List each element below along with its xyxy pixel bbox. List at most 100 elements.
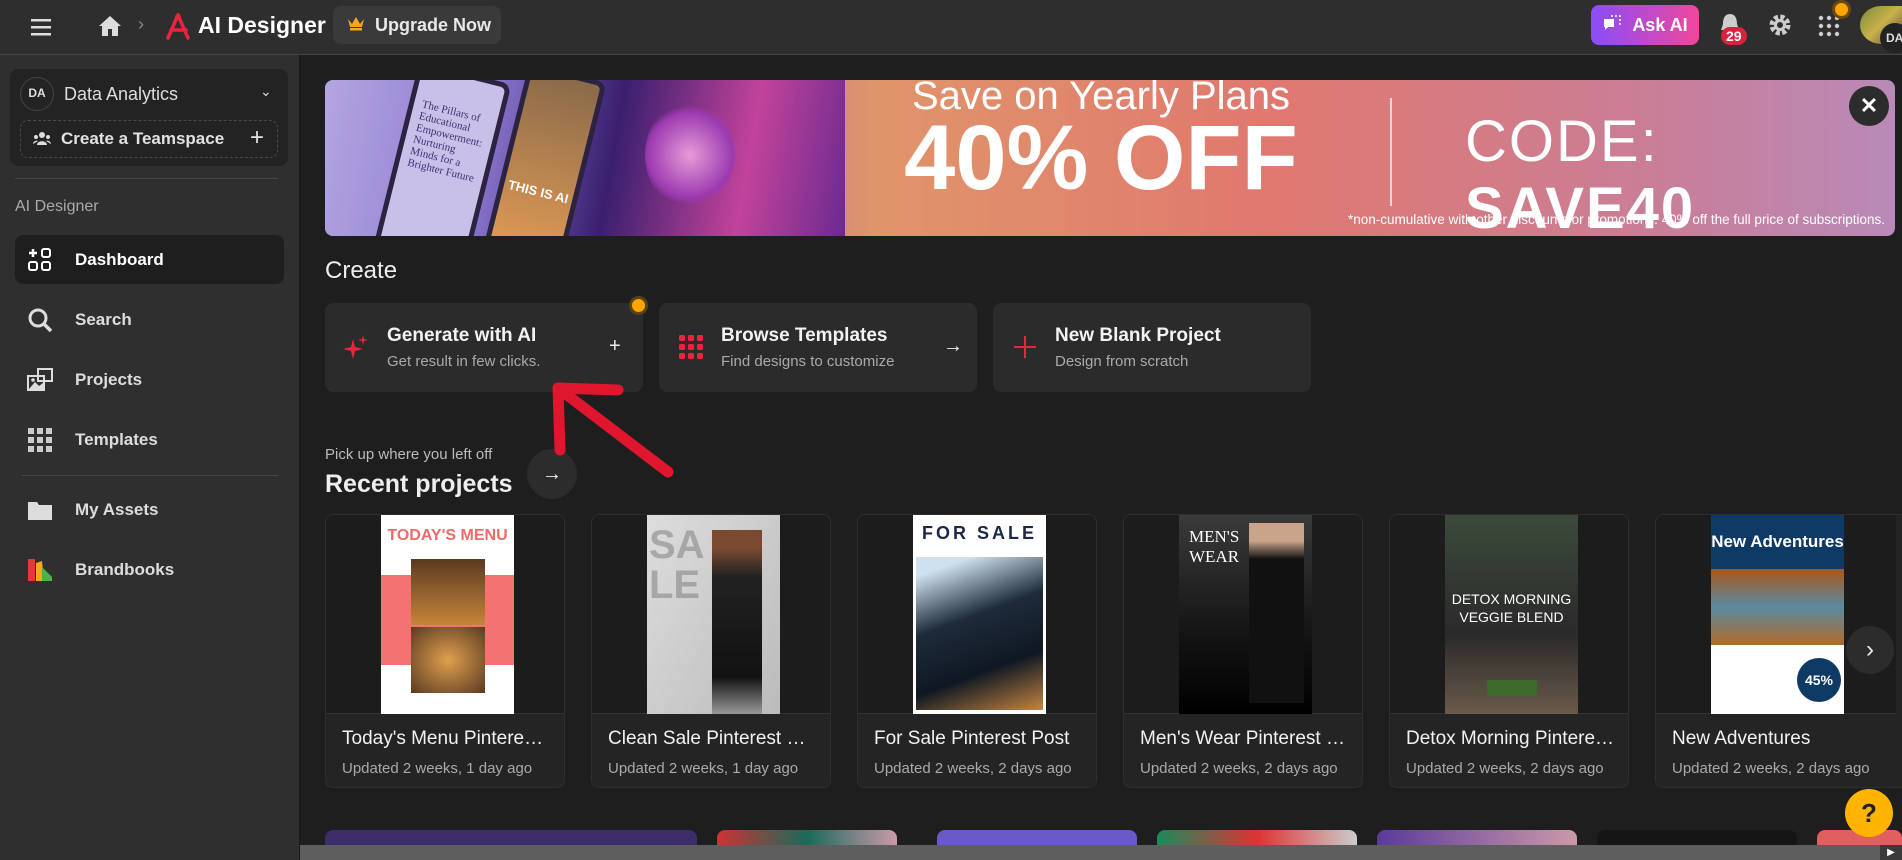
project-card[interactable]: DETOX MORNING VEGGIE BLEND Detox Morning… [1389, 514, 1629, 788]
sidebar-item-label: Templates [75, 429, 158, 449]
thumb-text: DETOX MORNING VEGGIE BLEND [1451, 591, 1572, 626]
section-label: AI Designer [15, 198, 99, 215]
workspace-name: Data Analytics [64, 84, 179, 104]
sidebar-item-my-assets[interactable]: My Assets [15, 485, 284, 534]
project-updated: Updated 2 weeks, 2 days ago [1140, 760, 1338, 777]
app-logo-icon [164, 12, 192, 45]
crown-icon [347, 15, 365, 36]
dashboard-icon [28, 247, 51, 271]
home-icon[interactable] [97, 13, 123, 39]
scroll-right-arrow-icon[interactable]: ▶ [1880, 845, 1902, 860]
team-icon [33, 131, 51, 150]
sidebar-item-label: My Assets [75, 499, 159, 519]
divider [21, 475, 278, 476]
upgrade-button[interactable]: Upgrade Now [333, 6, 501, 44]
banner-offer: 40% OFF [904, 107, 1298, 209]
project-card[interactable]: FOR SALE For Sale Pinterest Post Updated… [857, 514, 1097, 788]
chat-icon [1602, 14, 1622, 37]
notification-badge: 29 [1721, 27, 1747, 45]
apps-notification-dot [1835, 3, 1848, 16]
plus-icon [1014, 336, 1036, 358]
arrow-right-icon: → [542, 462, 562, 485]
project-updated: Updated 2 weeks, 2 days ago [1672, 760, 1870, 777]
create-teamspace-button[interactable]: Create a Teamspace + [20, 120, 278, 158]
promo-banner[interactable]: The Pillars of Educational Empowerment: … [325, 80, 1895, 236]
project-thumbnail: SALE [592, 515, 830, 714]
notifications-button[interactable]: 29 [1718, 12, 1747, 45]
thumb-badge: 45% [1797, 658, 1841, 702]
ask-ai-label: Ask AI [1632, 14, 1688, 35]
project-card[interactable]: TODAY'S MENU Today's Menu Pinterest Post… [325, 514, 565, 788]
sidebar-item-dashboard[interactable]: Dashboard [15, 235, 284, 284]
grid-icon [679, 335, 703, 359]
ask-ai-button[interactable]: Ask AI [1591, 5, 1699, 45]
create-heading: Create [325, 257, 398, 284]
apps-grid-icon[interactable] [1818, 15, 1840, 42]
project-updated: Updated 2 weeks, 2 days ago [1406, 760, 1604, 777]
folder-icon [28, 501, 52, 520]
project-title: Detox Morning Pinterest Post [1406, 728, 1616, 749]
grid-icon [28, 427, 52, 452]
menu-icon[interactable] [28, 14, 54, 40]
thumb-text: TODAY'S MENU [387, 527, 508, 544]
project-card[interactable]: MEN'S WEAR Men's Wear Pinterest Post Upd… [1123, 514, 1363, 788]
new-blank-project-card[interactable]: New Blank Project Design from scratch [993, 303, 1311, 392]
projects-icon [27, 367, 53, 391]
workspace-switcher[interactable]: DA Data Analytics ⌄ [20, 77, 278, 111]
banner-artwork: The Pillars of Educational Empowerment: … [325, 80, 845, 236]
recent-kicker: Pick up where you left off [325, 446, 493, 463]
sidebar-item-label: Brandbooks [75, 559, 175, 579]
view-all-recent-button[interactable]: → [527, 449, 577, 499]
thumb-text: New Adventures [1711, 532, 1844, 551]
sparkle-icon [343, 335, 368, 359]
horizontal-scrollbar[interactable]: ▶ [300, 845, 1902, 860]
sidebar-item-label: Search [75, 309, 132, 329]
banner-portrait [645, 100, 735, 210]
project-title: For Sale Pinterest Post [874, 728, 1070, 749]
card-subtitle: Get result in few clicks. [387, 353, 541, 370]
arrow-right-icon: → [943, 335, 963, 357]
banner-divider [1390, 98, 1392, 206]
help-button[interactable]: ? [1845, 789, 1893, 837]
settings-gear-icon[interactable] [1768, 13, 1792, 42]
card-subtitle: Find designs to customize [721, 353, 895, 370]
project-thumbnail: MEN'S WEAR [1124, 515, 1362, 714]
project-updated: Updated 2 weeks, 1 day ago [608, 760, 799, 777]
project-title: Men's Wear Pinterest Post [1140, 728, 1350, 749]
card-subtitle: Design from scratch [1055, 353, 1189, 370]
sidebar: DA Data Analytics ⌄ Create a Teamspace +… [0, 55, 300, 860]
sidebar-item-brandbooks[interactable]: Brandbooks [15, 545, 284, 594]
project-title: Clean Sale Pinterest Post [608, 728, 818, 749]
project-updated: Updated 2 weeks, 1 day ago [342, 760, 533, 777]
upgrade-label: Upgrade Now [375, 14, 492, 35]
sidebar-item-label: Dashboard [75, 249, 164, 269]
browse-templates-card[interactable]: Browse Templates Find designs to customi… [659, 303, 977, 392]
chevron-right-icon: › [1866, 636, 1874, 663]
thumb-text: MEN'S WEAR [1189, 527, 1240, 567]
workspace-panel: DA Data Analytics ⌄ Create a Teamspace + [10, 69, 288, 166]
divider [15, 178, 278, 179]
thumb-text: SALE [649, 523, 705, 607]
banner-footnote: *non-cumulative with other discounts or … [1347, 212, 1885, 227]
project-thumbnail: TODAY'S MENU [326, 515, 564, 714]
sidebar-item-search[interactable]: Search [15, 295, 284, 344]
close-banner-button[interactable]: ✕ [1849, 86, 1889, 126]
code-label: CODE: [1465, 109, 1659, 174]
carousel-next-button[interactable]: › [1846, 626, 1894, 674]
new-feature-dot [632, 299, 645, 312]
project-title: Today's Menu Pinterest Post [342, 728, 552, 749]
avatar-initials: DA [1880, 23, 1902, 53]
project-updated: Updated 2 weeks, 2 days ago [874, 760, 1072, 777]
sidebar-item-templates[interactable]: Templates [15, 415, 284, 464]
create-teamspace-label: Create a Teamspace [61, 129, 225, 148]
thumb-text: FOR SALE [921, 523, 1037, 543]
app-title: AI Designer [198, 12, 326, 38]
plus-icon: + [250, 124, 265, 151]
generate-with-ai-card[interactable]: Generate with AI Get result in few click… [325, 299, 645, 392]
sidebar-item-projects[interactable]: Projects [15, 355, 284, 404]
project-card[interactable]: SALE Clean Sale Pinterest Post Updated 2… [591, 514, 831, 788]
sidebar-item-label: Projects [75, 369, 143, 389]
project-thumbnail: FOR SALE [858, 515, 1096, 714]
top-bar: › AI Designer Upgrade Now Ask AI 29 DA [0, 0, 1902, 55]
recent-heading: Recent projects [325, 470, 513, 498]
